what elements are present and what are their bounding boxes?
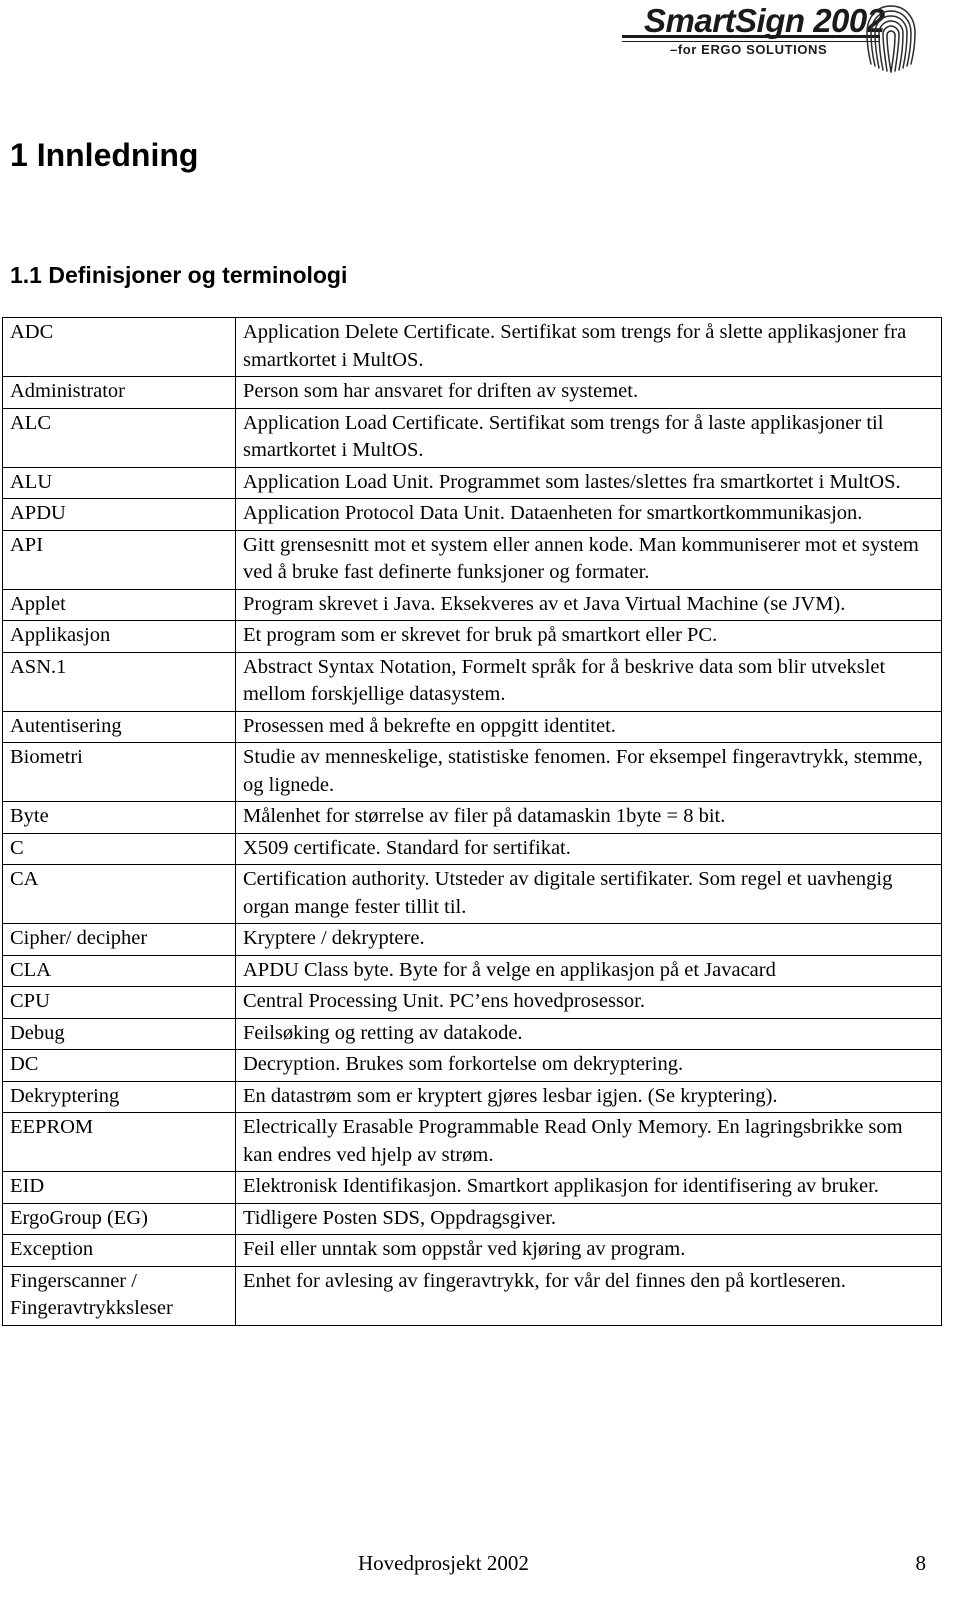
glossary-definition: Gitt grensesnitt mot et system eller ann…	[235, 529, 942, 590]
glossary-definition: Program skrevet i Java. Eksekveres av et…	[235, 588, 942, 621]
glossary-term: C	[2, 832, 236, 865]
glossary-term: EID	[2, 1171, 236, 1204]
chapter-heading: 1 Innledning	[10, 137, 199, 174]
glossary-definition: Prosessen med å bekrefte en oppgitt iden…	[235, 710, 942, 743]
table-row: Fingerscanner / Fingeravtrykksleser Enhet…	[2, 1265, 942, 1326]
glossary-definition: Application Delete Certificate. Sertifik…	[235, 317, 942, 377]
glossary-term: ErgoGroup (EG)	[2, 1202, 236, 1235]
glossary-term: ALC	[2, 407, 236, 468]
fingerprint-icon	[866, 5, 916, 73]
glossary-definition: Kryptere / dekryptere.	[235, 923, 942, 956]
glossary-term: CLA	[2, 954, 236, 987]
logo-tagline: –for ERGO SOLUTIONS	[670, 42, 828, 57]
glossary-definition: X509 certificate. Standard for sertifika…	[235, 832, 942, 865]
table-row: ASN.1 Abstract Syntax Notation, Formelt s…	[2, 651, 942, 712]
glossary-term: Applet	[2, 588, 236, 621]
glossary-definition: Central Processing Unit. PC’ens hovedpro…	[235, 986, 942, 1019]
table-row: CA Certification authority. Utsteder av d…	[2, 864, 942, 924]
table-row: CPU Central Processing Unit. PC’ens hoved…	[2, 986, 942, 1019]
glossary-term: Debug	[2, 1017, 236, 1050]
glossary-definition: Electrically Erasable Programmable Read …	[235, 1112, 942, 1172]
smartsign-logo: SmartSign 2002 –for ERGO SOLUTIONS	[622, 2, 922, 74]
glossary-term: CA	[2, 864, 236, 924]
table-row: EID Elektronisk Identifikasjon. Smartkort…	[2, 1171, 942, 1204]
glossary-definition: Målenhet for størrelse av filer på datam…	[235, 801, 942, 834]
table-row: APDU Application Protocol Data Unit. Data…	[2, 498, 942, 531]
glossary-definition: Application Load Certificate. Sertifikat…	[235, 407, 942, 468]
glossary-definition: Et program som er skrevet for bruk på sm…	[235, 620, 942, 653]
table-row: Applet Program skrevet i Java. Eksekveres…	[2, 588, 942, 621]
table-row: Applikasjon Et program som er skrevet for…	[2, 620, 942, 653]
table-row: DC Decryption. Brukes som forkortelse om …	[2, 1049, 942, 1082]
glossary-term: ASN.1	[2, 651, 236, 712]
footer-page-number: 8	[915, 1551, 927, 1575]
table-row: Debug Feilsøking og retting av datakode.	[2, 1017, 942, 1050]
glossary-term: API	[2, 529, 236, 590]
table-row: EEPROM Electrically Erasable Programmable…	[2, 1112, 942, 1172]
glossary-term: Byte	[2, 801, 236, 834]
glossary-term: CPU	[2, 986, 236, 1019]
glossary-definition: En datastrøm som er kryptert gjøres lesb…	[235, 1080, 942, 1113]
glossary-definition: Person som har ansvaret for driften av s…	[235, 376, 942, 409]
page-header: SmartSign 2002 –for ERGO SOLUTIONS	[0, 0, 960, 90]
table-row: ALU Application Load Unit. Programmet som…	[2, 466, 942, 499]
glossary-term: ADC	[2, 317, 236, 377]
glossary-term: Cipher/ decipher	[2, 923, 236, 956]
table-row: Autentisering Prosessen med å bekrefte en…	[2, 710, 942, 743]
table-row: C X509 certificate. Standard for sertifik…	[2, 832, 942, 865]
glossary-term: Exception	[2, 1234, 236, 1267]
table-row: ErgoGroup (EG) Tidligere Posten SDS, Oppd…	[2, 1202, 942, 1235]
glossary-definition: Application Load Unit. Programmet som la…	[235, 466, 942, 499]
section-heading: 1.1 Definisjoner og terminologi	[10, 262, 348, 289]
glossary-definition: Tidligere Posten SDS, Oppdragsgiver.	[235, 1202, 942, 1235]
glossary-term: Fingerscanner / Fingeravtrykksleser	[2, 1265, 236, 1326]
table-row: Byte Målenhet for størrelse av filer på d…	[2, 801, 942, 834]
table-row: Exception Feil eller unntak som oppstår v…	[2, 1234, 942, 1267]
glossary-term: DC	[2, 1049, 236, 1082]
glossary-term: APDU	[2, 498, 236, 531]
glossary-term: Administrator	[2, 376, 236, 409]
glossary-term: EEPROM	[2, 1112, 236, 1172]
glossary-definition: Elektronisk Identifikasjon. Smartkort ap…	[235, 1171, 942, 1204]
table-row: CLA APDU Class byte. Byte for å velge en …	[2, 954, 942, 987]
glossary-definition: Certification authority. Utsteder av dig…	[235, 864, 942, 924]
glossary-term: Dekryptering	[2, 1080, 236, 1113]
table-row: ALC Application Load Certificate. Sertifi…	[2, 407, 942, 468]
glossary-term: Autentisering	[2, 710, 236, 743]
table-row: ADC Application Delete Certificate. Serti…	[2, 317, 942, 377]
glossary-definition: Feilsøking og retting av datakode.	[235, 1017, 942, 1050]
glossary-definition: APDU Class byte. Byte for å velge en app…	[235, 954, 942, 987]
glossary-definition: Abstract Syntax Notation, Formelt språk …	[235, 651, 942, 712]
glossary-definition: Decryption. Brukes som forkortelse om de…	[235, 1049, 942, 1082]
glossary-definition: Application Protocol Data Unit. Dataenhe…	[235, 498, 942, 531]
glossary-table-container: ADC Application Delete Certificate. Serti…	[2, 317, 942, 1326]
logo-divider-rule	[622, 35, 880, 42]
table-row: Dekryptering En datastrøm som er kryptert…	[2, 1080, 942, 1113]
footer-document-title: Hovedprosjekt 2002	[358, 1551, 529, 1575]
glossary-definition: Enhet for avlesing av fingeravtrykk, for…	[235, 1265, 942, 1326]
glossary-definition: Studie av menneskelige, statistiske feno…	[235, 742, 942, 802]
glossary-term: ALU	[2, 466, 236, 499]
glossary-term: Biometri	[2, 742, 236, 802]
page-footer: Hovedprosjekt 2002 8	[0, 1551, 960, 1585]
table-row: Biometri Studie av menneskelige, statisti…	[2, 742, 942, 802]
table-row: API Gitt grensesnitt mot et system eller …	[2, 529, 942, 590]
table-row: Cipher/ decipher Kryptere / dekryptere.	[2, 923, 942, 956]
table-row: Administrator Person som har ansvaret for…	[2, 376, 942, 409]
definitions-table: ADC Application Delete Certificate. Serti…	[2, 317, 942, 1326]
glossary-term: Applikasjon	[2, 620, 236, 653]
glossary-definition: Feil eller unntak som oppstår ved kjørin…	[235, 1234, 942, 1267]
